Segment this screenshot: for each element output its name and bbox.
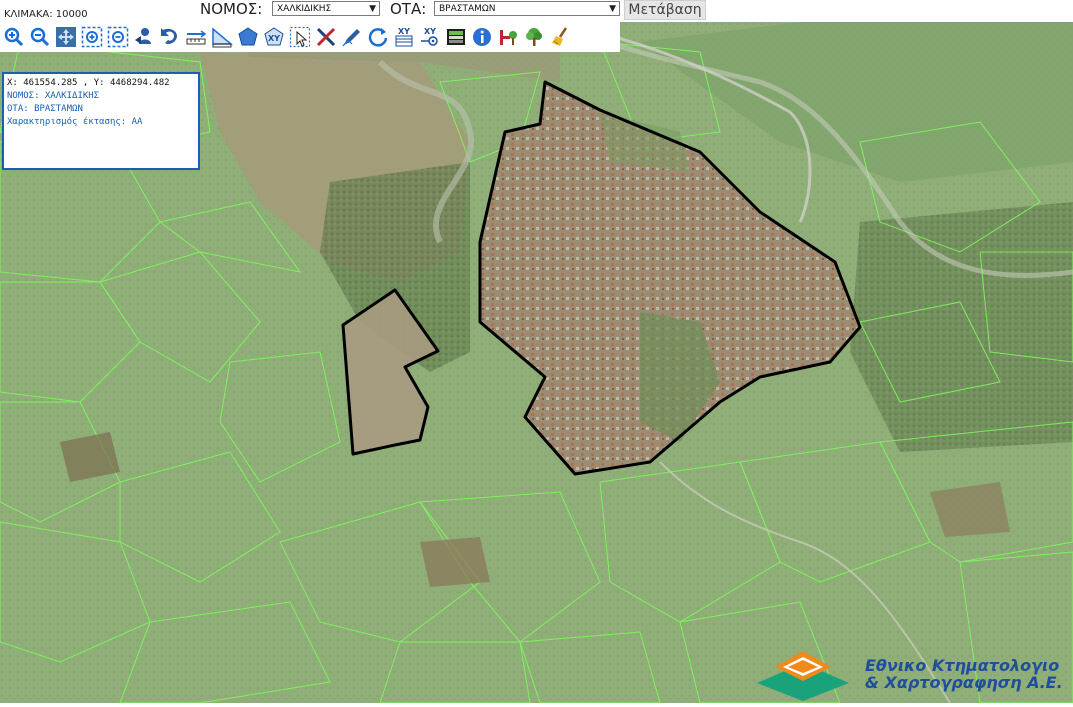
xy-icon[interactable]: XY: [262, 25, 286, 49]
nomos-select-value: ΧΑΛΚΙΔΙΚΗΣ: [277, 4, 332, 14]
pan-icon[interactable]: [54, 25, 78, 49]
chevron-down-icon: ▼: [609, 4, 616, 14]
ota-select-value: ΒΡΑΣΤΑΜΩΝ: [439, 4, 496, 14]
header-bar: ΚΛΙΜΑΚΑ: 10000 ΝΟΜΟΣ: ΧΑΛΚΙΔΙΚΗΣ ▼ ΟΤΑ: …: [0, 0, 1073, 22]
zoom-out-icon[interactable]: [28, 25, 52, 49]
plot: [420, 537, 490, 587]
chevron-down-icon: ▼: [369, 4, 376, 14]
logo-mark: [757, 651, 849, 701]
zoom-box-out-icon[interactable]: [106, 25, 130, 49]
clear-icon[interactable]: [314, 25, 338, 49]
nomos-select[interactable]: ΧΑΛΚΙΔΙΚΗΣ ▼: [272, 1, 380, 16]
measure-distance-icon[interactable]: [184, 25, 208, 49]
go-button[interactable]: Μετάβαση: [624, 0, 706, 20]
ota-select[interactable]: ΒΡΑΣΤΑΜΩΝ ▼: [434, 1, 620, 16]
xy-text: XY: [424, 27, 436, 36]
info-icon[interactable]: [470, 25, 494, 49]
select-icon[interactable]: [288, 25, 312, 49]
zoom-box-in-icon[interactable]: [80, 25, 104, 49]
logo-text: Εθνικο Κτηματολογιο & Χαρτογραφηση Α.Ε.: [865, 657, 1063, 691]
broom-icon[interactable]: [548, 25, 572, 49]
draw-icon[interactable]: [340, 25, 364, 49]
info-ota: ΟΤΑ: ΒΡΑΣΤΑΜΩΝ: [7, 104, 83, 114]
scale-label: ΚΛΙΜΑΚΑ: 10000: [4, 9, 88, 20]
previous-extent-icon[interactable]: [158, 25, 182, 49]
xy-table-icon[interactable]: XY: [392, 25, 416, 49]
identify-person-icon[interactable]: [132, 25, 156, 49]
xy-text: XY: [398, 27, 410, 36]
xy-text: XY: [268, 34, 280, 43]
map-toolbar: XY XY XY: [0, 22, 620, 52]
logo-line-1: Εθνικο Κτηματολογιο: [865, 656, 1060, 675]
info-panel: X: 461554.285 , Y: 4468294.482 ΝΟΜΟΣ: ΧΑ…: [2, 72, 200, 170]
logo-line-2: & Χαρτογραφηση Α.Ε.: [865, 673, 1063, 692]
xy-goto-icon[interactable]: XY: [418, 25, 442, 49]
zoom-in-icon[interactable]: [2, 25, 26, 49]
refresh-icon[interactable]: [366, 25, 390, 49]
measure-area-icon[interactable]: [210, 25, 234, 49]
forest-area: [850, 202, 1073, 452]
polygon-icon[interactable]: [236, 25, 260, 49]
info-characterization: Χαρακτηρισμός έκτασης: ΑΑ: [7, 117, 143, 127]
tree-red-icon[interactable]: [496, 25, 520, 49]
ota-label: ΟΤΑ:: [390, 0, 427, 18]
tree-green-icon[interactable]: [522, 25, 546, 49]
info-nomos: ΝΟΜΟΣ: ΧΑΛΚΙΔΙΚΗΣ: [7, 91, 100, 101]
legend-icon[interactable]: [444, 25, 468, 49]
logo: Εθνικο Κτηματολογιο & Χαρτογραφηση Α.Ε.: [755, 643, 1073, 703]
nomos-label: ΝΟΜΟΣ:: [200, 0, 263, 18]
coordinates-readout: X: 461554.285 , Y: 4468294.482: [7, 78, 170, 88]
